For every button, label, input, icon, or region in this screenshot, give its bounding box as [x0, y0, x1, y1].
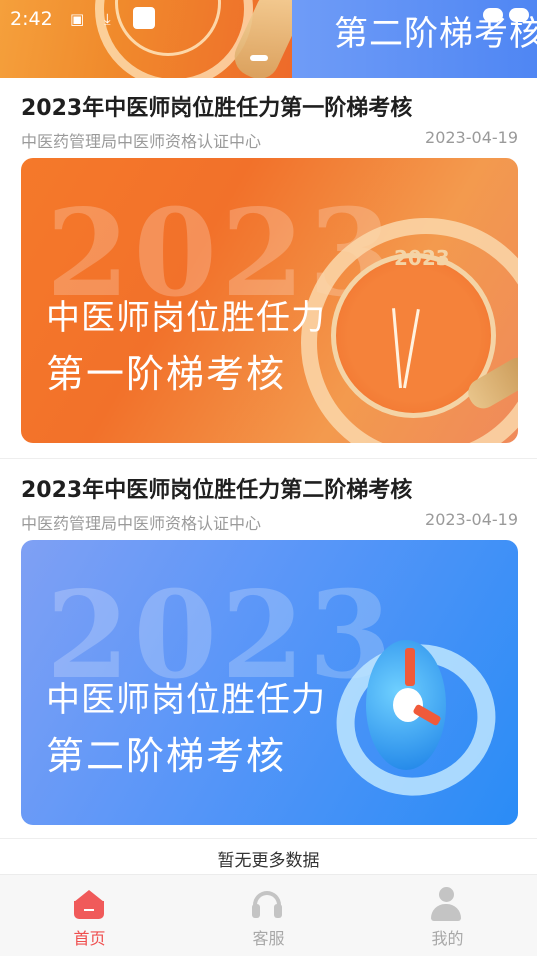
article-cover-image[interactable]: 2023 中医师岗位胜任力 第二阶梯考核 [21, 540, 518, 825]
home-icon[interactable] [74, 890, 104, 919]
status-bar: 2:42 ▣ ⤓ [0, 0, 537, 38]
article-date: 2023-04-19 [425, 510, 518, 529]
nav-label-mine: 我的 [431, 929, 464, 948]
cover-line-2: 第二阶梯考核 [46, 734, 287, 778]
divider [0, 458, 537, 459]
cover-line-1: 中医师岗位胜任力 [46, 298, 326, 338]
article-source: 中医药管理局中医师资格认证中心 [21, 514, 262, 533]
article-title[interactable]: 2023年中医师岗位胜任力第一阶梯考核 [21, 90, 412, 122]
user-icon[interactable] [430, 887, 462, 921]
status-right-icons [483, 8, 529, 22]
status-time: 2:42 [10, 8, 53, 30]
download-icon: ⤓ [104, 10, 111, 28]
bottom-nav: 首页 客服 我的 [0, 874, 537, 956]
no-more-data-text: 暂无更多数据 [217, 851, 320, 871]
headset-icon[interactable] [251, 889, 283, 919]
cover-line-1: 中医师岗位胜任力 [46, 680, 326, 720]
carousel-indicator [250, 55, 268, 61]
divider [0, 838, 537, 839]
signal-icon [509, 8, 529, 22]
nav-label-service: 客服 [252, 929, 285, 948]
clock-year-label: 2023 [394, 246, 450, 270]
cover-line-2: 第一阶梯考核 [46, 352, 287, 396]
article-date: 2023-04-19 [425, 128, 518, 147]
wifi-icon [483, 8, 503, 22]
article-source: 中医药管理局中医师资格认证中心 [21, 132, 262, 151]
article-cover-image[interactable]: 2023 2023 中医师岗位胜任力 第一阶梯考核 [21, 158, 518, 443]
clock-hand-decoration [405, 648, 415, 686]
notification-a-icon: ▣ [70, 10, 85, 28]
nav-label-home: 首页 [73, 929, 106, 948]
article-title[interactable]: 2023年中医师岗位胜任力第二阶梯考核 [21, 472, 412, 504]
app-notification-icon [133, 7, 155, 29]
